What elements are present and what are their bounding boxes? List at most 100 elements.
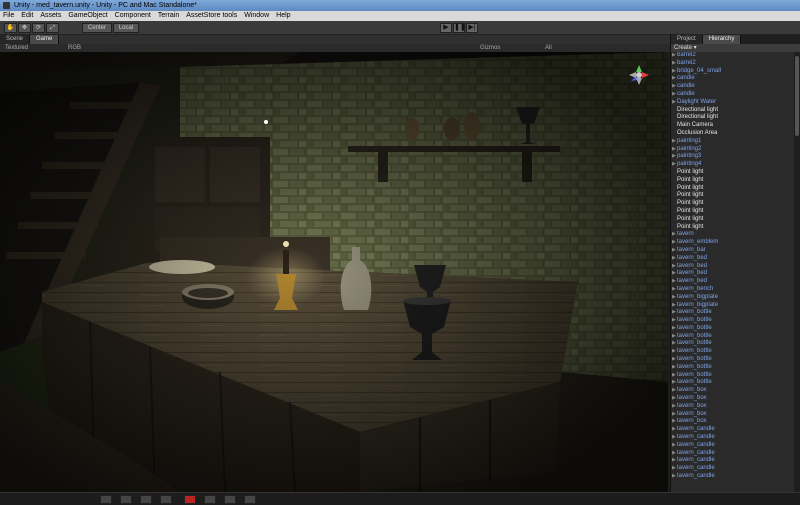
hierarchy-item[interactable]: ▶ candle bbox=[671, 75, 800, 83]
hierarchy-item[interactable]: ▶ tavern_bottle bbox=[671, 317, 800, 325]
hierarchy-item[interactable]: ▶ tavern_bed bbox=[671, 278, 800, 286]
step-button[interactable]: ▶| bbox=[466, 23, 478, 33]
tab-scene[interactable]: Scene bbox=[0, 35, 31, 44]
menu-item[interactable]: AssetStore tools bbox=[186, 11, 237, 21]
hierarchy-item[interactable]: ▶ tavern_bed bbox=[671, 255, 800, 263]
expand-arrow-icon[interactable]: ▶ bbox=[672, 395, 676, 403]
hierarchy-item[interactable]: ▶ Daylight Water bbox=[671, 99, 800, 107]
taskbar-app-icon[interactable] bbox=[160, 495, 172, 504]
hierarchy-item[interactable]: ▶ painting3 bbox=[671, 153, 800, 161]
hierarchy-item[interactable]: ▶ tavern_box bbox=[671, 403, 800, 411]
scene-orientation-gizmo[interactable] bbox=[628, 64, 650, 86]
expand-arrow-icon[interactable]: ▶ bbox=[672, 161, 676, 169]
expand-arrow-icon[interactable]: ▶ bbox=[672, 146, 676, 154]
expand-arrow-icon[interactable]: ▶ bbox=[672, 91, 676, 99]
hierarchy-item[interactable]: Point light bbox=[671, 224, 800, 232]
hierarchy-item[interactable]: Point light bbox=[671, 177, 800, 185]
expand-arrow-icon[interactable]: ▶ bbox=[672, 309, 676, 317]
hierarchy-item[interactable]: ▶ tavern_candle bbox=[671, 457, 800, 465]
hierarchy-item[interactable]: ▶ tavern_candle bbox=[671, 442, 800, 450]
expand-arrow-icon[interactable]: ▶ bbox=[672, 411, 676, 419]
hierarchy-item[interactable]: Directional light bbox=[671, 114, 800, 122]
menu-item[interactable]: Terrain bbox=[158, 11, 179, 21]
hierarchy-item[interactable]: Point light bbox=[671, 216, 800, 224]
expand-arrow-icon[interactable]: ▶ bbox=[672, 317, 676, 325]
scrollbar-thumb[interactable] bbox=[795, 56, 799, 136]
hierarchy-item[interactable]: ▶ tavern_box bbox=[671, 395, 800, 403]
hierarchy-item[interactable]: ▶ tavern_bigplate bbox=[671, 294, 800, 302]
scene-viewport[interactable] bbox=[0, 52, 668, 492]
hierarchy-item[interactable]: ▶ tavern_candle bbox=[671, 473, 800, 481]
tab-project[interactable]: Project bbox=[671, 35, 703, 44]
hierarchy-item[interactable]: ▶ tavern_candle bbox=[671, 434, 800, 442]
hierarchy-item[interactable]: ▶ tavern_emblem bbox=[671, 239, 800, 247]
taskbar-app-icon[interactable] bbox=[224, 495, 236, 504]
hierarchy-item[interactable]: ▶ tavern_box bbox=[671, 387, 800, 395]
gizmos-dropdown[interactable]: Gizmos bbox=[480, 44, 500, 52]
expand-arrow-icon[interactable]: ▶ bbox=[672, 473, 676, 481]
hierarchy-item[interactable]: Point light bbox=[671, 208, 800, 216]
hierarchy-item[interactable]: ▶ candle bbox=[671, 83, 800, 91]
expand-arrow-icon[interactable]: ▶ bbox=[672, 426, 676, 434]
expand-arrow-icon[interactable]: ▶ bbox=[672, 83, 676, 91]
menu-item[interactable]: Assets bbox=[40, 11, 61, 21]
expand-arrow-icon[interactable]: ▶ bbox=[672, 450, 676, 458]
scale-tool-button[interactable]: ⤢ bbox=[46, 23, 59, 33]
hierarchy-item[interactable]: Occlusion Area bbox=[671, 130, 800, 138]
expand-arrow-icon[interactable]: ▶ bbox=[672, 60, 676, 68]
expand-arrow-icon[interactable]: ▶ bbox=[672, 434, 676, 442]
hierarchy-item[interactable]: ▶ tavern bbox=[671, 231, 800, 239]
hierarchy-item[interactable]: ▶ barrel2 bbox=[671, 52, 800, 60]
hierarchy-scrollbar[interactable] bbox=[794, 52, 800, 492]
menu-item[interactable]: File bbox=[3, 11, 14, 21]
render-mode-dropdown[interactable]: Textured bbox=[5, 44, 28, 52]
hierarchy-item[interactable]: Point light bbox=[671, 200, 800, 208]
taskbar-app-icon[interactable] bbox=[244, 495, 256, 504]
hierarchy-item[interactable]: ▶ tavern_bottle bbox=[671, 340, 800, 348]
expand-arrow-icon[interactable]: ▶ bbox=[672, 75, 676, 83]
expand-arrow-icon[interactable]: ▶ bbox=[672, 294, 676, 302]
menu-item[interactable]: Edit bbox=[21, 11, 33, 21]
hierarchy-item[interactable]: ▶ tavern_box bbox=[671, 411, 800, 419]
hierarchy-item[interactable]: ▶ painting4 bbox=[671, 161, 800, 169]
expand-arrow-icon[interactable]: ▶ bbox=[672, 387, 676, 395]
expand-arrow-icon[interactable]: ▶ bbox=[672, 418, 676, 426]
taskbar-app-icon[interactable] bbox=[140, 495, 152, 504]
expand-arrow-icon[interactable]: ▶ bbox=[672, 270, 676, 278]
hierarchy-item[interactable]: Directional light bbox=[671, 107, 800, 115]
hierarchy-item[interactable]: ▶ tavern_bottle bbox=[671, 379, 800, 387]
hierarchy-item[interactable]: ▶ tavern_box bbox=[671, 418, 800, 426]
hierarchy-item[interactable]: ▶ painting1 bbox=[671, 138, 800, 146]
expand-arrow-icon[interactable]: ▶ bbox=[672, 52, 676, 60]
hierarchy-item[interactable]: ▶ painting2 bbox=[671, 146, 800, 154]
taskbar-app-icon[interactable] bbox=[184, 495, 196, 504]
expand-arrow-icon[interactable]: ▶ bbox=[672, 325, 676, 333]
hierarchy-item[interactable]: Point light bbox=[671, 192, 800, 200]
hierarchy-item[interactable]: ▶ tavern_bottle bbox=[671, 356, 800, 364]
move-tool-button[interactable]: ✥ bbox=[18, 23, 31, 33]
expand-arrow-icon[interactable]: ▶ bbox=[672, 255, 676, 263]
expand-arrow-icon[interactable]: ▶ bbox=[672, 465, 676, 473]
hierarchy-item[interactable]: ▶ tavern_bed bbox=[671, 263, 800, 271]
menu-item[interactable]: GameObject bbox=[68, 11, 107, 21]
hierarchy-item[interactable]: ▶ tavern_bottle bbox=[671, 333, 800, 341]
hierarchy-item[interactable]: ▶ tavern_bar bbox=[671, 247, 800, 255]
expand-arrow-icon[interactable]: ▶ bbox=[672, 442, 676, 450]
hierarchy-item[interactable]: ▶ tavern_bottle bbox=[671, 372, 800, 380]
hierarchy-item[interactable]: ▶ tavern_bottle bbox=[671, 364, 800, 372]
menu-item[interactable]: Help bbox=[276, 11, 290, 21]
expand-arrow-icon[interactable]: ▶ bbox=[672, 286, 676, 294]
pivot-center-button[interactable]: Center bbox=[82, 23, 112, 33]
hierarchy-item[interactable]: ▶ tavern_bottle bbox=[671, 348, 800, 356]
hierarchy-item[interactable]: ▶ tavern_candle bbox=[671, 426, 800, 434]
expand-arrow-icon[interactable]: ▶ bbox=[672, 153, 676, 161]
hierarchy-item[interactable]: ▶ tavern_bed bbox=[671, 270, 800, 278]
hierarchy-item[interactable]: ▶ tavern_bench bbox=[671, 286, 800, 294]
play-button[interactable]: ▶ bbox=[440, 23, 452, 33]
expand-arrow-icon[interactable]: ▶ bbox=[672, 457, 676, 465]
expand-arrow-icon[interactable]: ▶ bbox=[672, 364, 676, 372]
rgb-mode-dropdown[interactable]: RGB bbox=[68, 44, 81, 52]
expand-arrow-icon[interactable]: ▶ bbox=[672, 372, 676, 380]
expand-arrow-icon[interactable]: ▶ bbox=[672, 379, 676, 387]
hierarchy-item[interactable]: ▶ barrel2 bbox=[671, 60, 800, 68]
